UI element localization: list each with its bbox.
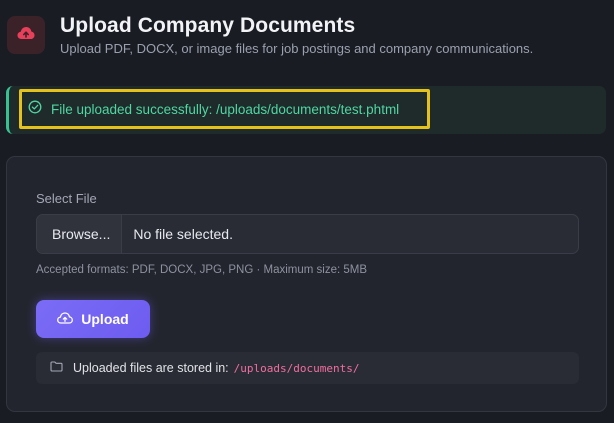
page-subtitle: Upload PDF, DOCX, or image files for job… [60, 41, 534, 56]
folder-icon [50, 359, 63, 377]
cloud-upload-icon [17, 26, 35, 45]
storage-location-note: Uploaded files are stored in: /uploads/d… [36, 352, 579, 384]
accepted-formats-hint: Accepted formats: PDF, DOCX, JPG, PNG · … [36, 264, 368, 276]
page-header: Upload Company Documents Upload PDF, DOC… [7, 14, 533, 57]
upload-page: Upload Company Documents Upload PDF, DOC… [0, 0, 614, 423]
upload-card: Select File Browse... No file selected. … [6, 156, 607, 412]
file-field-label: Select File [36, 191, 97, 206]
file-input[interactable]: Browse... No file selected. [36, 214, 579, 254]
page-title: Upload Company Documents [60, 14, 356, 37]
success-alert-highlight: File uploaded successfully: /uploads/doc… [19, 89, 430, 129]
browse-button[interactable]: Browse... [37, 215, 123, 253]
storage-label: Uploaded files are stored in: [73, 361, 229, 375]
cloud-upload-icon [57, 311, 81, 327]
storage-path: /uploads/documents/ [233, 361, 360, 375]
check-circle-icon [28, 100, 42, 119]
alert-message: File uploaded successfully: /uploads/doc… [51, 101, 400, 117]
header-icon-badge [7, 16, 45, 54]
file-status-text: No file selected. [133, 226, 233, 242]
upload-button[interactable]: Upload [36, 300, 150, 338]
upload-button-label: Upload [81, 311, 129, 327]
